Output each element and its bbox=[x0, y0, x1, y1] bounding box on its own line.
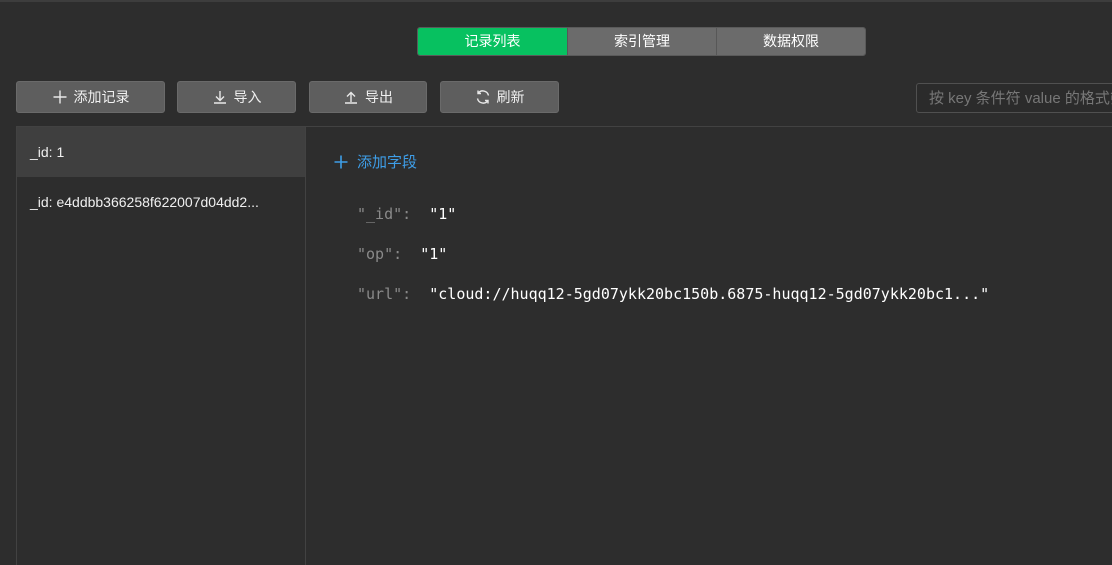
upload-icon bbox=[345, 91, 357, 104]
field-key: "op" bbox=[357, 245, 394, 263]
import-label: 导入 bbox=[233, 89, 262, 105]
add-field-button[interactable]: 添加字段 bbox=[333, 151, 417, 172]
record-list: _id: 1 _id: e4ddbb366258f622007d04dd2... bbox=[16, 127, 306, 565]
field-key: "url" bbox=[357, 285, 403, 303]
import-button[interactable]: 导入 bbox=[177, 81, 296, 113]
field-value[interactable]: "1" bbox=[429, 205, 456, 223]
refresh-icon bbox=[476, 90, 489, 104]
tab-index-management[interactable]: 索引管理 bbox=[567, 28, 716, 55]
field-value[interactable]: "1" bbox=[420, 245, 447, 263]
add-record-button[interactable]: 添加记录 bbox=[16, 81, 165, 113]
add-field-label: 添加字段 bbox=[357, 154, 418, 171]
field-colon: : bbox=[402, 205, 412, 223]
tab-data-permissions[interactable]: 数据权限 bbox=[716, 28, 865, 55]
tab-record-list[interactable]: 记录列表 bbox=[418, 28, 567, 55]
export-button[interactable]: 导出 bbox=[309, 81, 427, 113]
field-value[interactable]: "cloud://huqq12-5gd07ykk20bc150b.6875-hu… bbox=[429, 285, 989, 303]
download-icon bbox=[213, 91, 226, 104]
record-detail: 添加字段 "_id": "1" "op": "1" "url": "cloud:… bbox=[306, 127, 1112, 565]
field-row-op[interactable]: "op": "1" bbox=[357, 245, 447, 263]
field-row-id[interactable]: "_id": "1" bbox=[357, 205, 456, 223]
plus-icon bbox=[53, 90, 66, 104]
filter-search-input[interactable] bbox=[916, 83, 1112, 113]
top-border bbox=[0, 0, 1112, 2]
refresh-label: 刷新 bbox=[496, 89, 525, 105]
field-colon: : bbox=[393, 245, 403, 263]
refresh-button[interactable]: 刷新 bbox=[440, 81, 559, 113]
record-list-item[interactable]: _id: 1 bbox=[17, 127, 305, 177]
export-label: 导出 bbox=[365, 89, 393, 105]
field-colon: : bbox=[402, 285, 412, 303]
field-key: "_id" bbox=[357, 205, 403, 223]
add-record-label: 添加记录 bbox=[73, 89, 130, 105]
plus-icon bbox=[334, 155, 348, 168]
field-row-url[interactable]: "url": "cloud://huqq12-5gd07ykk20bc150b.… bbox=[357, 285, 989, 303]
view-tabs: 记录列表 索引管理 数据权限 bbox=[417, 27, 866, 56]
record-list-item[interactable]: _id: e4ddbb366258f622007d04dd2... bbox=[17, 177, 305, 227]
